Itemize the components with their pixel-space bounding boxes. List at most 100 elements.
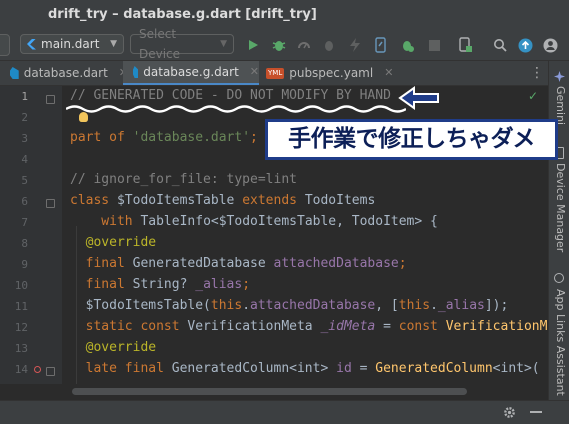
- code-line: class $TodoItemsTable extends TodoItems: [70, 193, 375, 208]
- code-token: final: [70, 256, 133, 271]
- inspection-ok-icon[interactable]: ✓: [528, 89, 538, 103]
- profile-icon[interactable]: [295, 36, 313, 54]
- code-token: .: [242, 298, 251, 313]
- line-number: 9: [21, 258, 28, 271]
- code-token: ;: [242, 277, 251, 292]
- right-tool-strip: Gemini Device Manager App Links Assistan…: [548, 61, 569, 401]
- code-line: final GeneratedDatabase attachedDatabase…: [70, 256, 407, 271]
- code-token: part of: [70, 130, 133, 145]
- code-token: , [: [375, 298, 399, 313]
- arrow-left-icon: [398, 86, 439, 110]
- main-toolbar: main.dart ▼ Select Device ▼: [0, 27, 569, 61]
- code-token: <int>(: [492, 361, 540, 376]
- editor-gutter: 1 2 3 4 5 6 7 8 9 10 11 12 13 14: [0, 86, 62, 384]
- line-number: 5: [21, 174, 28, 187]
- apply-changes-icon[interactable]: [372, 36, 390, 54]
- code-token: static const: [70, 319, 188, 334]
- gear-icon[interactable]: [500, 403, 518, 421]
- code-token: this: [398, 298, 431, 313]
- line-number: 10: [14, 279, 28, 292]
- code-token: _alias: [195, 277, 243, 292]
- gemini-icon[interactable]: [554, 71, 565, 82]
- line-number: 12: [14, 321, 28, 334]
- flutter-icon: [27, 38, 36, 50]
- close-icon[interactable]: ✕: [384, 61, 393, 85]
- code-token: id: [336, 361, 352, 376]
- account-icon[interactable]: [541, 36, 559, 54]
- update-icon[interactable]: [516, 36, 534, 54]
- code-token: final: [70, 277, 133, 292]
- device-manager-icon[interactable]: [457, 36, 475, 54]
- code-line: late final GeneratedColumn<int> id = Gen…: [70, 361, 540, 376]
- code-line: @override: [70, 340, 157, 355]
- run-icon[interactable]: [244, 36, 262, 54]
- hot-reload-icon[interactable]: [346, 36, 364, 54]
- wavy-underline: [66, 105, 406, 113]
- code-token: _alias: [437, 298, 485, 313]
- flutter-inspector-icon[interactable]: [398, 36, 416, 54]
- search-icon[interactable]: [491, 36, 509, 54]
- app-links-icon[interactable]: [554, 273, 564, 283]
- code-line: final String? _alias;: [70, 277, 250, 292]
- tab-label: database.g.dart: [143, 65, 239, 79]
- line-number: 3: [21, 132, 28, 145]
- minimize-icon[interactable]: [530, 411, 542, 413]
- window-title: drift_try – database.g.dart [drift_try]: [0, 0, 569, 30]
- tab-label: database.dart: [23, 66, 108, 80]
- tab-database-dart[interactable]: database.dart ✕: [0, 61, 128, 85]
- line-number: 8: [21, 237, 28, 250]
- line-number: 2: [21, 111, 28, 124]
- back-button[interactable]: [0, 34, 10, 56]
- code-token: $TodoItemsTable: [116, 193, 243, 208]
- code-line: @override: [70, 235, 157, 250]
- device-selector[interactable]: Select Device ▼: [130, 27, 234, 61]
- code-token: 'database.dart': [132, 130, 251, 145]
- code-token: late final: [70, 361, 172, 376]
- yaml-file-icon: YML: [266, 67, 285, 79]
- code-token: GeneratedColumn<int>: [171, 361, 337, 376]
- code-token: class: [70, 193, 117, 208]
- code-line: // GENERATED CODE - DO NOT MODIFY BY HAN…: [70, 88, 391, 103]
- line-number: 1: [21, 90, 28, 103]
- tool-window-device-manager[interactable]: Device Manager: [554, 163, 567, 252]
- override-gutter-icon[interactable]: [34, 366, 41, 373]
- debug-icon[interactable]: [270, 36, 288, 54]
- code-token: GeneratedColumn: [375, 361, 493, 376]
- code-token: =: [351, 361, 376, 376]
- code-line: // ignore_for_file: type=lint: [70, 172, 297, 187]
- code-token: ;: [398, 256, 407, 271]
- code-token: with: [70, 214, 141, 229]
- line-number: 6: [21, 195, 28, 208]
- lightbulb-icon[interactable]: [79, 112, 88, 122]
- scrollbar-thumb[interactable]: [72, 388, 467, 395]
- code-line: static const VerificationMeta _idMeta = …: [70, 319, 548, 334]
- code-token: attachedDatabase: [273, 256, 399, 271]
- code-token: VerificationM: [445, 319, 548, 334]
- code-token: String?: [132, 277, 196, 292]
- code-token: ;: [250, 130, 258, 145]
- fold-marker-icon[interactable]: [46, 95, 55, 104]
- fold-marker-icon[interactable]: [46, 367, 55, 376]
- code-token: _idMeta: [320, 319, 376, 334]
- tab-database-g-dart[interactable]: database.g.dart ✕: [123, 61, 259, 85]
- run-config-selector[interactable]: main.dart ▼: [20, 34, 124, 54]
- attach-debugger-icon[interactable]: [320, 36, 338, 54]
- editor-tab-bar: database.dart ✕ database.g.dart ✕ YML pu…: [0, 61, 548, 86]
- line-number: 11: [14, 300, 28, 313]
- tool-window-app-links-assistant[interactable]: App Links Assistant: [554, 289, 567, 396]
- horizontal-scrollbar[interactable]: [62, 384, 548, 400]
- code-token: const: [398, 319, 446, 334]
- stop-icon[interactable]: [425, 36, 443, 54]
- code-token: ]);: [484, 298, 509, 313]
- line-number: 13: [14, 342, 28, 355]
- dart-file-icon: [133, 66, 139, 78]
- bottom-bar: [0, 400, 569, 424]
- fold-marker-icon[interactable]: [46, 199, 55, 208]
- code-token: .: [430, 298, 438, 313]
- annotation-callout: 手作業で修正しちゃダメ: [265, 119, 558, 160]
- tab-pubspec-yaml[interactable]: YML pubspec.yaml ✕: [256, 61, 393, 85]
- code-line: with TableInfo<$TodoItemsTable, TodoItem…: [70, 214, 438, 229]
- code-token: $TodoItemsTable(: [70, 298, 211, 313]
- more-tabs-icon[interactable]: ⋮: [530, 63, 544, 83]
- code-token: attachedDatabase: [250, 298, 376, 313]
